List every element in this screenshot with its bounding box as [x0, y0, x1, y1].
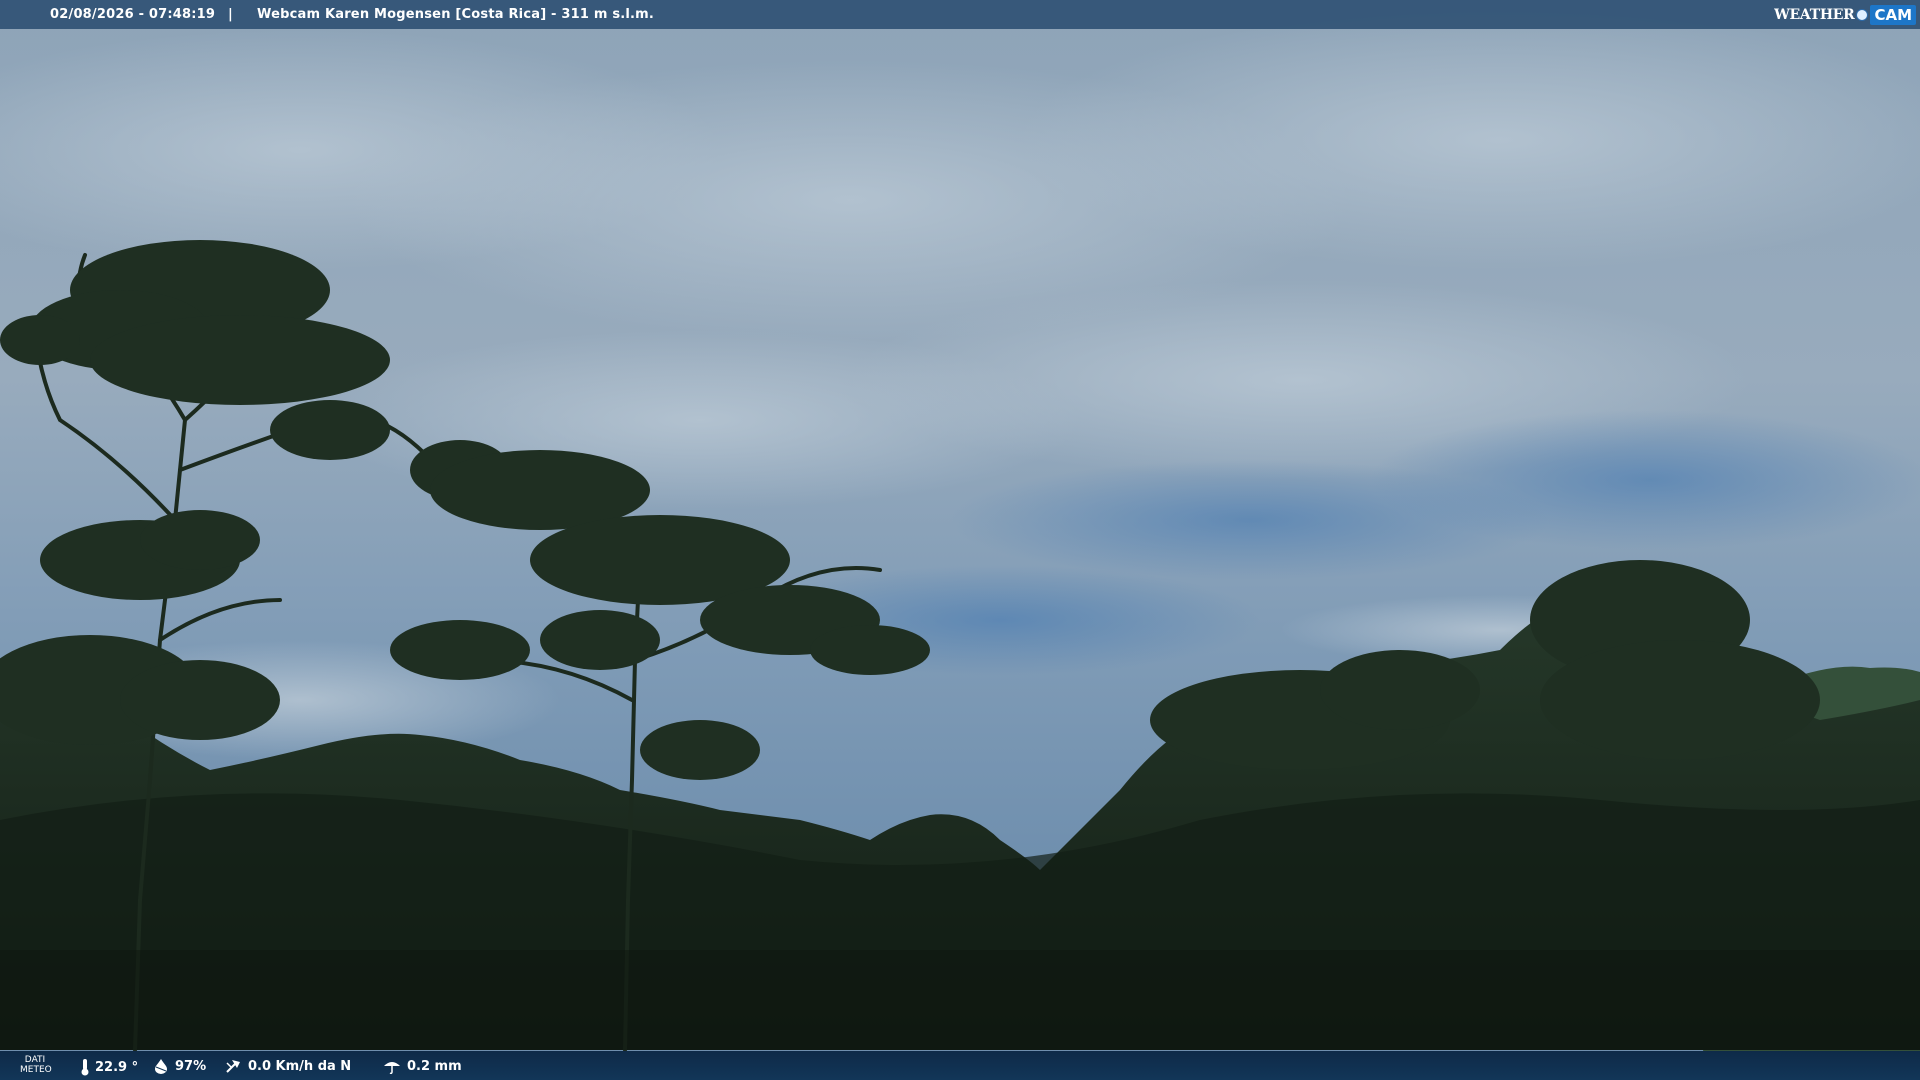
- weather-data-bar: DATI METEO 22.9 ° 97% 0.0 Km/h da N 0.2 …: [0, 1051, 1920, 1080]
- humidity-value: 97%: [175, 1058, 207, 1074]
- timestamp: 02/08/2026 - 07:48:19: [50, 7, 216, 22]
- weathercam-logo: WEATHER CAM: [1766, 0, 1920, 29]
- logo-dot-icon: [1856, 8, 1869, 21]
- rain-value: 0.2 mm: [407, 1058, 462, 1074]
- webcam-image: [0, 0, 1920, 1080]
- humidity-reading: 97%: [152, 1058, 206, 1074]
- header-separator: |: [228, 7, 233, 22]
- logo-weather-text: WEATHER: [1774, 6, 1855, 23]
- wind-icon: [226, 1060, 240, 1073]
- webcam-header-bar: 02/08/2026 - 07:48:19 | Webcam Karen Mog…: [0, 0, 1920, 29]
- wind-reading: 0.0 Km/h da N: [225, 1058, 351, 1074]
- rain-reading: 0.2 mm: [382, 1058, 462, 1074]
- wind-value: 0.0 Km/h da N: [248, 1058, 352, 1074]
- weather-data-label-line2: METEO: [20, 1065, 52, 1075]
- logo-cam-text: CAM: [1870, 4, 1916, 25]
- weather-data-label-line1: DATI: [24, 1055, 46, 1065]
- temperature-reading: 22.9 °: [80, 1058, 138, 1076]
- weather-data-label: DATI METEO: [20, 1055, 52, 1075]
- thermometer-icon: [81, 1059, 89, 1076]
- temperature-value: 22.9 °: [95, 1059, 139, 1075]
- rain-icon: [384, 1062, 400, 1074]
- webcam-title: Webcam Karen Mogensen [Costa Rica] - 311…: [257, 7, 655, 22]
- humidity-icon: [155, 1059, 167, 1074]
